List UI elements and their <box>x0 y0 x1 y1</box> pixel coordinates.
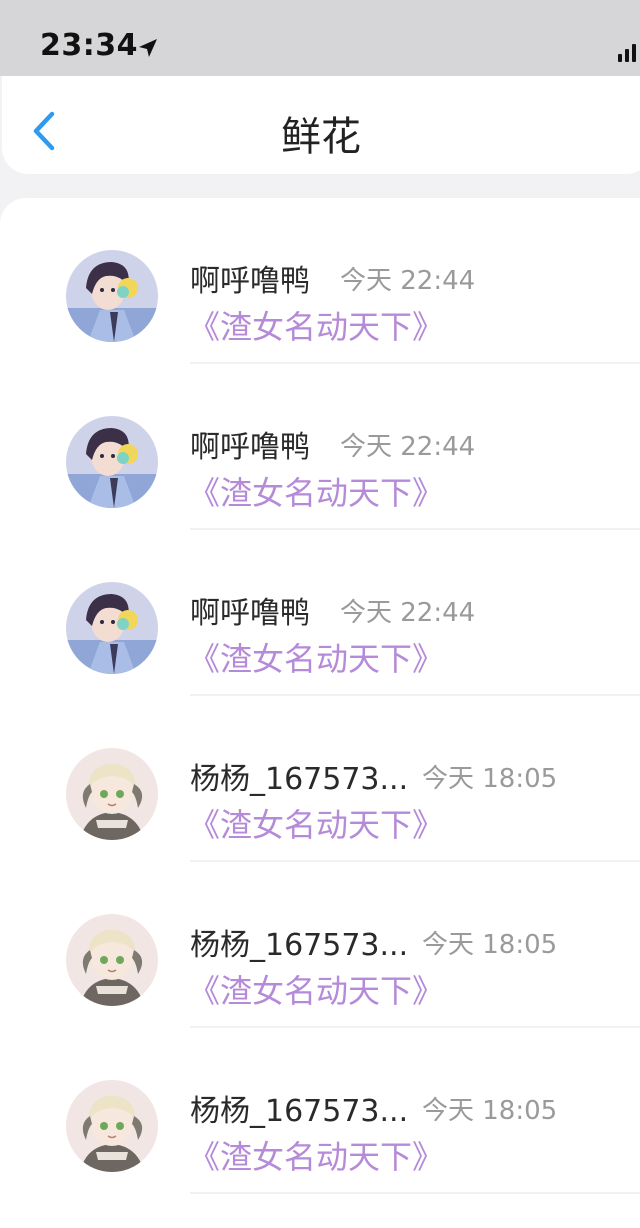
book-title-link[interactable]: 《渣女名动天下》 <box>188 966 444 1012</box>
avatar[interactable] <box>66 416 158 508</box>
divider <box>190 1192 640 1194</box>
book-title-link[interactable]: 《渣女名动天下》 <box>188 1132 444 1178</box>
list-item[interactable]: 杨杨_167573... 今天 18:05 《渣女名动天下》 <box>0 696 640 862</box>
sender-name[interactable]: 啊呼噜鸭 <box>190 256 310 300</box>
sent-time: 今天 18:05 <box>422 1096 558 1126</box>
avatar[interactable] <box>66 1080 158 1172</box>
avatar[interactable] <box>66 250 158 342</box>
avatar[interactable] <box>66 748 158 840</box>
status-time: 23:34 <box>40 28 138 63</box>
list-item[interactable]: 杨杨_167573... 今天 18:05 《渣女名动天下》 <box>0 1028 640 1194</box>
list-item[interactable]: 啊呼噜鸭 今天 22:44 《渣女名动天下》 <box>0 530 640 696</box>
sender-name[interactable]: 啊呼噜鸭 <box>190 588 310 632</box>
cat-boy-avatar-icon <box>66 748 158 840</box>
sent-time: 今天 22:44 <box>340 432 476 462</box>
sender-name[interactable]: 杨杨_167573... <box>190 754 408 798</box>
book-title-link[interactable]: 《渣女名动天下》 <box>188 634 444 680</box>
boy-avatar-icon <box>66 416 158 508</box>
avatar[interactable] <box>66 914 158 1006</box>
location-arrow-icon <box>139 39 157 57</box>
boy-avatar-icon <box>66 582 158 674</box>
sent-time: 今天 18:05 <box>422 764 558 794</box>
book-title-link[interactable]: 《渣女名动天下》 <box>188 468 444 514</box>
sent-time: 今天 22:44 <box>340 266 476 296</box>
list-item[interactable]: 杨杨_167573... 今天 18:05 《渣女名动天下》 <box>0 862 640 1028</box>
boy-avatar-icon <box>66 250 158 342</box>
page-title: 鲜花 <box>281 114 361 160</box>
gift-list: 啊呼噜鸭 今天 22:44 《渣女名动天下》 啊呼噜鸭 今天 22:44 《渣女… <box>0 198 640 1228</box>
list-item[interactable]: 啊呼噜鸭 今天 22:44 《渣女名动天下》 <box>0 198 640 364</box>
signal-icon <box>618 44 636 62</box>
list-item[interactable]: 啊呼噜鸭 今天 22:44 《渣女名动天下》 <box>0 364 640 530</box>
sender-name[interactable]: 杨杨_167573... <box>190 920 408 964</box>
book-title-link[interactable]: 《渣女名动天下》 <box>188 302 444 348</box>
sender-name[interactable]: 啊呼噜鸭 <box>190 422 310 466</box>
sent-time: 今天 22:44 <box>340 598 476 628</box>
status-bar: 23:34 <box>0 0 640 76</box>
sent-time: 今天 18:05 <box>422 930 558 960</box>
cat-boy-avatar-icon <box>66 1080 158 1172</box>
book-title-link[interactable]: 《渣女名动天下》 <box>188 800 444 846</box>
avatar[interactable] <box>66 582 158 674</box>
sender-name[interactable]: 杨杨_167573... <box>190 1086 408 1130</box>
nav-bar: 鲜花 <box>2 76 640 174</box>
cat-boy-avatar-icon <box>66 914 158 1006</box>
